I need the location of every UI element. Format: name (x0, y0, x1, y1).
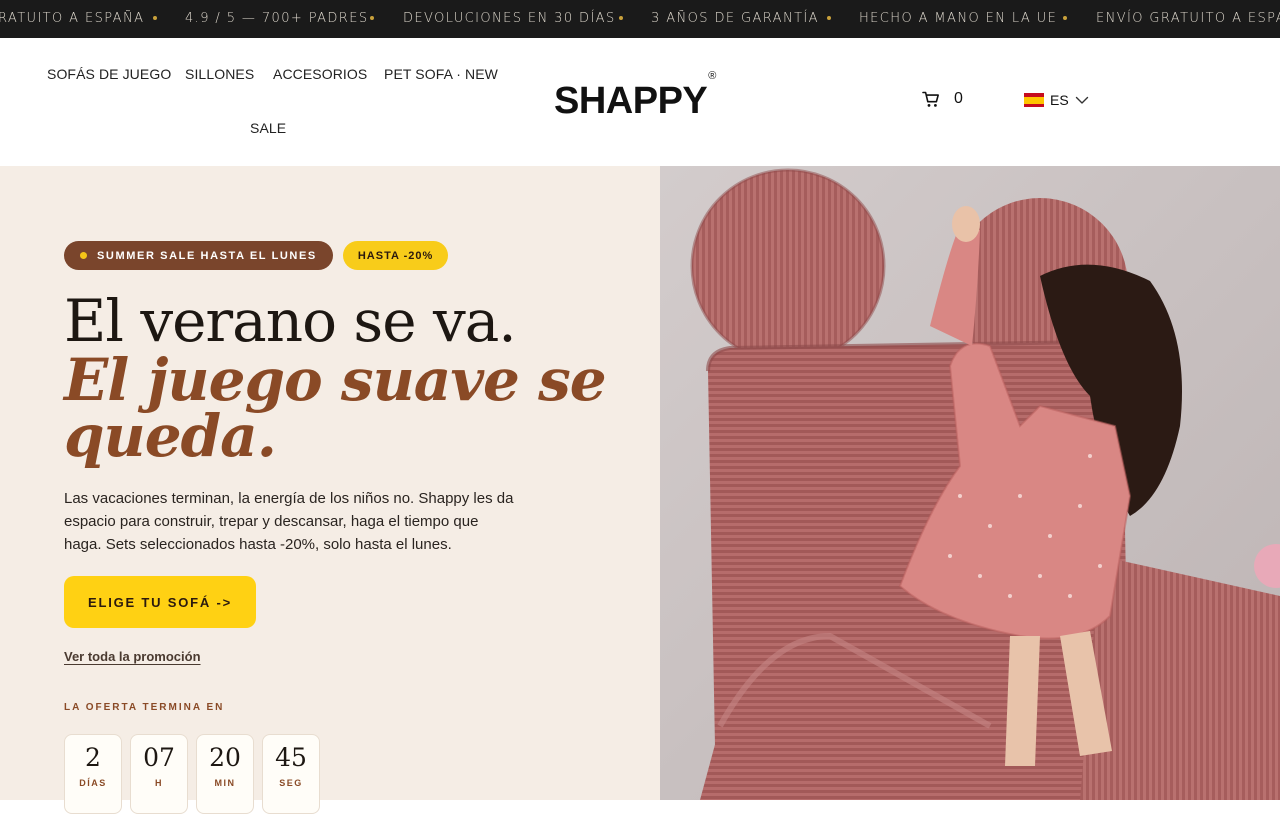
brand-logo[interactable]: SHAPPY® (554, 70, 716, 123)
countdown-seconds: 45 SEG (262, 734, 320, 814)
countdown-unit: SEG (279, 778, 303, 788)
countdown-unit: MIN (214, 778, 236, 788)
announcement-item: RATUITO A ESPAÑA (0, 11, 145, 26)
spain-flag-icon (1024, 93, 1044, 107)
countdown-value: 2 (85, 743, 101, 772)
announcement-bar: RATUITO A ESPAÑA 4.9 / 5 — 700+ PADRES D… (0, 0, 1280, 38)
chevron-down-icon (1075, 96, 1088, 104)
cart-icon (922, 91, 939, 107)
sale-badge-label: SUMMER SALE HASTA EL LUNES (97, 249, 317, 262)
offer-ends-label: LA OFERTA TERMINA EN (64, 702, 225, 713)
nav-item-sillones[interactable]: SILLONES (185, 66, 254, 82)
announcement-item: 3 AÑOS DE GARANTÍA (651, 11, 819, 26)
countdown-days: 2 DÍAS (64, 734, 122, 814)
countdown-value: 07 (143, 743, 175, 772)
separator-dot (827, 16, 831, 20)
logo-text: SHAPPY (554, 80, 708, 122)
separator-dot (619, 16, 623, 20)
dot-icon (80, 252, 87, 259)
view-promotion-link[interactable]: Ver toda la promoción (64, 649, 201, 664)
announcement-item: DEVOLUCIONES EN 30 DÍAS (403, 11, 616, 26)
nav-item-sale[interactable]: SALE (250, 120, 286, 136)
hero-image (660, 166, 1280, 800)
sale-badge: SUMMER SALE HASTA EL LUNES (64, 241, 333, 270)
hero-description: Las vacaciones terminan, la energía de l… (64, 490, 514, 553)
cart-button[interactable]: 0 (922, 90, 963, 108)
separator-dot (370, 16, 374, 20)
hero-badges: SUMMER SALE HASTA EL LUNES HASTA -20% (64, 241, 449, 270)
announcement-item: ENVÍO GRATUITO A ESPAÑA (1096, 11, 1280, 26)
nav-item-pet-sofa[interactable]: PET SOFA · NEW (384, 66, 498, 82)
countdown-unit: DÍAS (79, 778, 107, 788)
cart-count: 0 (954, 90, 963, 107)
countdown-value: 20 (209, 743, 241, 772)
discount-badge: HASTA -20% (342, 241, 449, 270)
child-on-play-sofa-image (660, 166, 1280, 800)
separator-dot (1063, 16, 1067, 20)
hero-headline: El verano se va. El juego suave se queda… (64, 287, 624, 470)
nav-item-accesorios[interactable]: ACCESORIOS (273, 66, 367, 82)
countdown-hours: 07 H (130, 734, 188, 814)
countdown-unit: H (155, 778, 163, 788)
registered-mark: ® (708, 70, 716, 83)
announcement-item: HECHO A MANO EN LA UE (859, 11, 1058, 26)
site-header: SOFÁS DE JUEGO SILLONES ACCESORIOS PET S… (0, 38, 1280, 166)
separator-dot (153, 16, 157, 20)
choose-sofa-button[interactable]: ELIGE TU SOFÁ -> (64, 576, 256, 628)
nav-item-sofas-de-juego[interactable]: SOFÁS DE JUEGO (47, 66, 171, 82)
headline-line-1: El verano se va. (64, 287, 517, 355)
hero-content: SUMMER SALE HASTA EL LUNES HASTA -20% El… (0, 166, 660, 814)
countdown-value: 45 (275, 743, 307, 772)
language-code: ES (1050, 92, 1069, 108)
countdown-timer: 2 DÍAS 07 H 20 MIN 45 SEG (64, 734, 320, 814)
language-selector[interactable]: ES (1024, 92, 1089, 108)
announcement-item: 4.9 / 5 — 700+ PADRES (185, 11, 369, 26)
countdown-minutes: 20 MIN (196, 734, 254, 814)
headline-line-2: El juego suave se (64, 346, 607, 414)
headline-line-3: queda. (64, 402, 277, 470)
